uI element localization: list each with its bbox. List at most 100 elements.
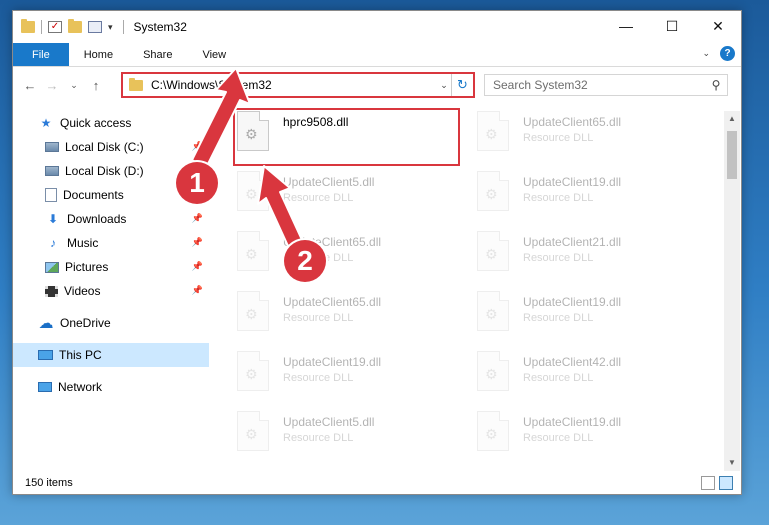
pin-icon: 📌	[191, 261, 203, 271]
help-icon[interactable]: ?	[720, 46, 735, 61]
tab-view[interactable]: View	[187, 43, 241, 66]
forward-button[interactable]: →	[41, 78, 63, 93]
file-item[interactable]: ⚙ UpdateClient65.dll Resource DLL	[477, 109, 717, 169]
dll-file-icon: ⚙	[477, 351, 509, 391]
quick-access-toolbar: ✓ ▾	[13, 19, 113, 34]
file-item[interactable]: ⚙ UpdateClient21.dll Resource DLL	[477, 229, 717, 289]
gear-icon: ⚙	[485, 126, 498, 142]
close-button[interactable]: ✕	[695, 11, 741, 41]
minimize-button[interactable]: —	[603, 11, 649, 41]
address-dropdown-icon[interactable]: ⌄	[437, 80, 451, 91]
properties-check-icon[interactable]: ✓	[48, 21, 62, 33]
search-input[interactable]	[493, 78, 705, 92]
file-item[interactable]: ⚙ UpdateClient5.dll Resource DLL	[237, 169, 477, 229]
tab-share[interactable]: Share	[128, 43, 187, 66]
dll-file-icon: ⚙	[237, 351, 269, 391]
scroll-up-icon[interactable]: ▲	[724, 111, 740, 127]
gear-icon: ⚙	[245, 246, 258, 262]
vertical-scrollbar[interactable]: ▲ ▼	[724, 111, 740, 471]
ribbon-tabs: File Home Share View ⌄ ?	[13, 43, 741, 67]
gear-icon: ⚙	[485, 246, 498, 262]
file-item[interactable]: ⚙ UpdateClient65.dllResource DLL	[237, 289, 477, 349]
search-box[interactable]: ⚲	[484, 74, 728, 96]
sidebar-item-label: This PC	[59, 348, 102, 362]
sidebar-item-network[interactable]: Network	[13, 375, 209, 399]
up-button[interactable]: ↑	[85, 78, 107, 93]
customize-toolbar-icon[interactable]	[88, 21, 102, 33]
network-icon	[38, 382, 52, 392]
file-item[interactable]: ⚙ UpdateClient5.dll Resource DLL	[237, 409, 477, 469]
title-divider	[122, 20, 124, 34]
sidebar-item-videos[interactable]: Videos 📌	[13, 279, 209, 303]
file-name: UpdateClient65.dll	[523, 115, 622, 129]
back-button[interactable]: ←	[19, 78, 41, 93]
file-item[interactable]: ⚙ UpdateClient42.dll Resource DLL	[477, 349, 717, 409]
file-name: UpdateClient19.dll	[283, 355, 382, 369]
file-type: Resource DLL	[523, 192, 594, 204]
sidebar-item-onedrive[interactable]: ☁ OneDrive	[13, 311, 209, 335]
address-path[interactable]: C:\Windows\System32	[151, 78, 437, 92]
sidebar-item-quick-access[interactable]: ★ Quick access	[13, 111, 209, 135]
sidebar-item-label: Network	[58, 380, 103, 394]
tab-file[interactable]: File	[13, 43, 69, 66]
gear-icon: ⚙	[245, 306, 258, 322]
music-icon: ♪	[50, 236, 56, 250]
toolbar-divider	[41, 20, 42, 34]
tab-home[interactable]: Home	[69, 43, 128, 66]
pin-icon: 📌	[191, 285, 203, 295]
dll-file-icon: ⚙	[237, 291, 269, 331]
chevron-down-icon[interactable]: ▾	[108, 22, 113, 33]
file-type: Resource DLL	[523, 252, 594, 264]
sidebar-item-label: Local Disk (C:)	[65, 140, 144, 154]
step-2-badge: 2	[284, 240, 326, 282]
scroll-down-icon[interactable]: ▼	[724, 455, 740, 471]
file-item[interactable]: ⚙ UpdateClient19.dll Resource DLL	[477, 289, 717, 349]
sidebar-item-music[interactable]: ♪ Music 📌	[13, 231, 209, 255]
star-icon: ★	[40, 116, 52, 130]
ribbon-right-controls: ⌄ ?	[702, 46, 735, 61]
sidebar-item-label: OneDrive	[60, 316, 111, 330]
large-icons-view-icon[interactable]	[719, 476, 733, 490]
new-folder-icon[interactable]	[68, 19, 82, 33]
sidebar-item-this-pc[interactable]: This PC	[13, 343, 209, 367]
sidebar-item-downloads[interactable]: ⬇ Downloads 📌	[13, 207, 209, 231]
item-count: 150 items	[25, 477, 73, 489]
documents-icon	[45, 188, 57, 202]
file-type: Resource DLL	[523, 132, 594, 144]
address-bar[interactable]: C:\Windows\System32 ⌄ ↻	[121, 72, 475, 98]
sidebar-item-label: Downloads	[67, 212, 127, 226]
gear-icon: ⚙	[485, 186, 498, 202]
file-item[interactable]: ⚙ UpdateClient19.dll Resource DLL	[477, 409, 717, 469]
details-view-icon[interactable]	[701, 476, 715, 490]
file-item[interactable]: ⚙ UpdateClient19.dll Resource DLL	[477, 169, 717, 229]
sidebar-item-pictures[interactable]: Pictures 📌	[13, 255, 209, 279]
recent-locations-button[interactable]: ⌄	[63, 80, 85, 91]
scrollbar-thumb[interactable]	[727, 131, 737, 179]
sidebar-item-label: Pictures	[65, 260, 109, 274]
dll-file-icon: ⚙	[477, 111, 509, 151]
dll-file-icon: ⚙	[477, 171, 509, 211]
file-name: UpdateClient5.dll	[283, 175, 375, 189]
gear-icon: ⚙	[485, 366, 498, 382]
file-name: UpdateClient21.dll	[523, 235, 622, 249]
expand-ribbon-icon[interactable]: ⌄	[702, 48, 710, 59]
sidebar-item-label: Local Disk (D:)	[65, 164, 144, 178]
file-name: UpdateClient5.dll	[283, 415, 375, 429]
sidebar-item-local-disk-c[interactable]: Local Disk (C:) 📌	[13, 135, 209, 159]
onedrive-icon: ☁	[38, 315, 54, 332]
downloads-icon: ⬇	[47, 212, 59, 226]
file-name: UpdateClient42.dll	[523, 355, 622, 369]
sidebar-item-label: Videos	[64, 284, 101, 298]
sidebar-item-label: Quick access	[60, 116, 132, 130]
file-item[interactable]: ⚙ UpdateClient65.dllResource DLL	[237, 229, 477, 289]
file-type: Resource DLL	[523, 432, 594, 444]
file-name: UpdateClient19.dll	[523, 175, 622, 189]
search-icon[interactable]: ⚲	[705, 78, 727, 92]
videos-icon	[45, 285, 58, 297]
refresh-icon[interactable]: ↻	[451, 74, 473, 96]
dll-file-icon: ⚙	[477, 411, 509, 451]
file-item[interactable]: ⚙ UpdateClient19.dll Resource DLL	[237, 349, 477, 409]
maximize-button[interactable]: ☐	[649, 11, 695, 41]
